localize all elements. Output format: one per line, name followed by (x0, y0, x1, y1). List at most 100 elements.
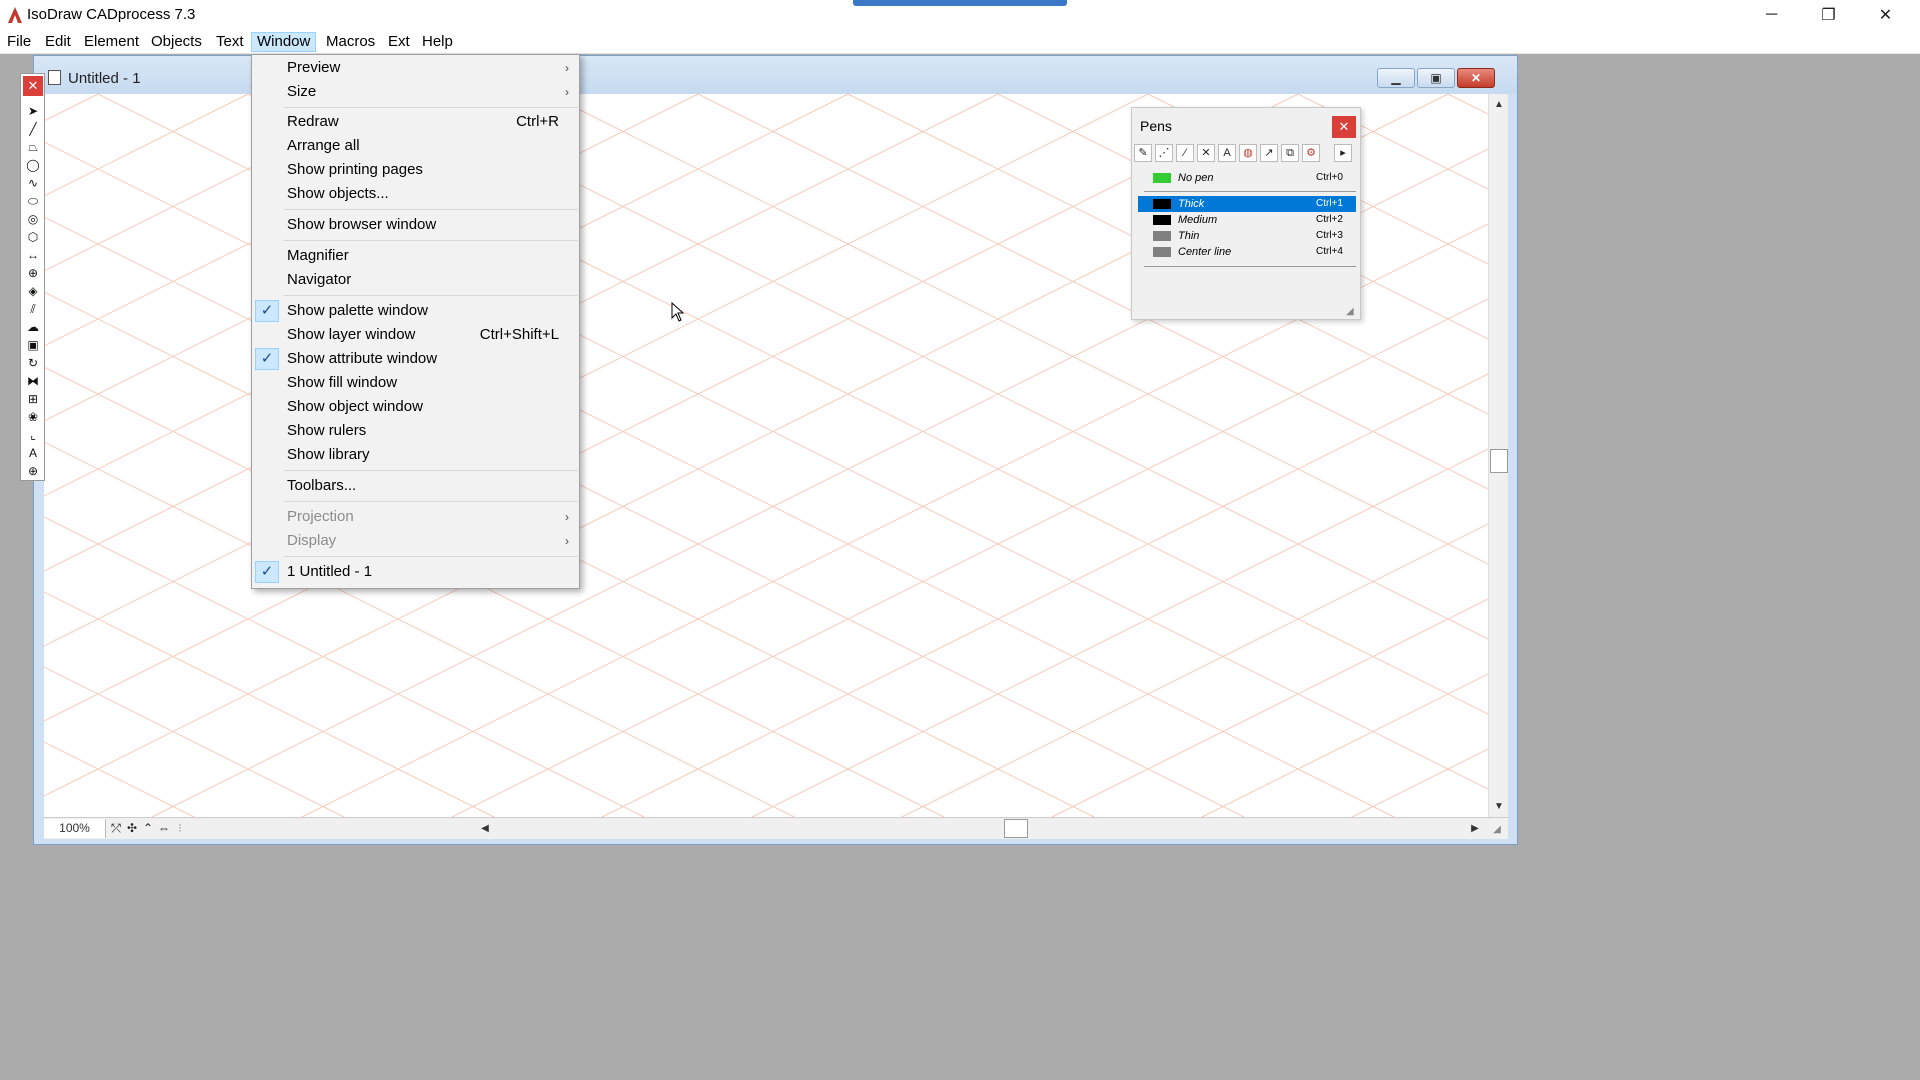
menu-help[interactable]: Help (417, 32, 458, 52)
selection-tool-icon[interactable]: ➤ (24, 103, 42, 119)
tool-palette-close-button[interactable]: ✕ (23, 76, 43, 96)
dimension-tool-icon[interactable]: ↔ (24, 247, 42, 263)
pen-row-medium[interactable]: Medium Ctrl+2 (1138, 212, 1356, 228)
menu-file[interactable]: File (2, 32, 36, 52)
box-tool-icon[interactable]: ▣ (24, 337, 42, 353)
menu-redraw[interactable]: Redraw Ctrl+R (252, 111, 579, 133)
hatch-tool-icon[interactable]: ⫽ (24, 301, 42, 317)
menu-separator (284, 209, 578, 210)
menu-separator (284, 501, 578, 502)
menu-show-objects[interactable]: Show objects... (252, 183, 579, 205)
menu-label: Toolbars... (287, 477, 357, 494)
menu-show-palette-window[interactable]: ✓ Show palette window (252, 300, 579, 322)
arrow-style-icon[interactable]: ↗ (1260, 144, 1278, 162)
menu-separator (284, 107, 578, 108)
restore-button[interactable]: ❐ (1800, 0, 1857, 30)
zoom-fit-icon[interactable]: ⤱ (108, 820, 124, 836)
menu-show-fill-window[interactable]: Show fill window (252, 372, 579, 394)
line-tool-icon[interactable]: ╱ (24, 121, 42, 137)
curve-tool-icon[interactable]: ∿ (24, 175, 42, 191)
mouse-cursor-icon (671, 302, 685, 322)
menu-window[interactable]: Window (251, 32, 317, 52)
zoom-level[interactable]: 100% (44, 819, 106, 838)
menu-show-layer-window[interactable]: Show layer window Ctrl+Shift+L (252, 324, 579, 346)
palette-menu-arrow-icon[interactable]: ▸ (1334, 144, 1352, 162)
menu-macros[interactable]: Macros (321, 32, 380, 52)
menu-arrange-all[interactable]: Arrange all (252, 135, 579, 157)
thread-tool-icon[interactable]: ⊕ (24, 265, 42, 281)
menu-show-rulers[interactable]: Show rulers (252, 420, 579, 442)
resize-grip-icon[interactable]: ◢ (1346, 306, 1354, 317)
menu-label: Navigator (287, 271, 352, 288)
gear-icon[interactable]: ⚙ (1302, 144, 1320, 162)
doc-minimize-button[interactable]: ▁ (1377, 68, 1415, 88)
zoom-page-icon[interactable]: ⌃ (140, 820, 156, 836)
menu-show-browser-window[interactable]: Show browser window (252, 214, 579, 236)
line-style-icon[interactable]: ⁄ (1176, 144, 1194, 162)
dash-line-icon[interactable]: ⋰ (1155, 144, 1173, 162)
menu-size[interactable]: Size › (252, 81, 579, 103)
menu-shortcut: Ctrl+R (516, 113, 559, 130)
doc-close-button[interactable]: ✕ (1457, 68, 1495, 88)
fill-style-icon[interactable]: ◍ (1239, 144, 1257, 162)
menu-magnifier[interactable]: Magnifier (252, 245, 579, 267)
menu-preview[interactable]: Preview › (252, 57, 579, 79)
menu-label: Show layer window (287, 326, 416, 343)
text-style-icon[interactable]: A (1218, 144, 1236, 162)
menu-objects[interactable]: Objects (146, 32, 207, 52)
zoom-all-icon[interactable]: ✣ (124, 820, 140, 836)
iso-ellipse-tool-icon[interactable]: ⬭ (24, 193, 42, 209)
grid-line (44, 94, 1149, 647)
mirror-tool-icon[interactable]: ⧓ (24, 373, 42, 389)
pen-shortcut: Ctrl+4 (1316, 246, 1343, 257)
menu-text[interactable]: Text (211, 32, 249, 52)
grid-tool-icon[interactable]: ⊞ (24, 391, 42, 407)
menu-ext[interactable]: Ext (383, 32, 415, 52)
menu-show-printing-pages[interactable]: Show printing pages (252, 159, 579, 181)
pen-icon[interactable]: ✎ (1134, 144, 1152, 162)
minimize-button[interactable]: ─ (1743, 0, 1800, 30)
group-tool-icon[interactable]: ❀ (24, 409, 42, 425)
scroll-down-arrow-icon[interactable]: ▼ (1490, 797, 1508, 815)
hexagon-tool-icon[interactable]: ⬡ (24, 229, 42, 245)
hatch-style-icon[interactable]: ✕ (1197, 144, 1215, 162)
no-pen-swatch-icon (1153, 173, 1171, 183)
menu-show-library[interactable]: Show library (252, 444, 579, 466)
vertical-scroll-thumb[interactable] (1490, 449, 1508, 473)
pen-label: Medium (1178, 214, 1218, 226)
doc-maximize-button[interactable]: ▣ (1417, 68, 1455, 88)
menu-show-object-window[interactable]: Show object window (252, 396, 579, 418)
close-button[interactable]: ✕ (1857, 0, 1914, 30)
menu-label: Show object window (287, 398, 423, 415)
callout-tool-icon[interactable]: ⌞ (24, 427, 42, 443)
resize-grip-icon[interactable]: ◢ (1488, 820, 1506, 838)
menu-toolbars[interactable]: Toolbars... (252, 475, 579, 497)
menu-untitled-1[interactable]: ✓ 1 Untitled - 1 (252, 561, 579, 583)
menu-edit[interactable]: Edit (40, 32, 76, 52)
pen-row-thick[interactable]: Thick Ctrl+1 (1138, 196, 1356, 212)
close-icon: ✕ (1470, 71, 1482, 85)
ellipse-tool-icon[interactable]: ◯ (24, 157, 42, 173)
zoom-tool-icon[interactable]: ⊕ (24, 463, 42, 479)
pen-row-no-pen[interactable]: No pen Ctrl+0 (1138, 170, 1356, 186)
pen-row-center-line[interactable]: Center line Ctrl+4 (1138, 244, 1356, 260)
pens-close-button[interactable]: ✕ (1332, 116, 1356, 138)
menu-element[interactable]: Element (79, 32, 144, 52)
vertical-scrollbar[interactable]: ▲ ▼ (1488, 94, 1508, 817)
submenu-arrow-icon: › (565, 534, 569, 548)
scroll-up-arrow-icon[interactable]: ▲ (1490, 95, 1508, 113)
menu-show-attribute-window[interactable]: ✓ Show attribute window (252, 348, 579, 370)
scroll-right-arrow-icon[interactable]: ▶ (1466, 819, 1484, 837)
layers-style-icon[interactable]: ⧉ (1281, 144, 1299, 162)
menu-navigator[interactable]: Navigator (252, 269, 579, 291)
polyline-tool-icon[interactable]: ⏢ (24, 139, 42, 155)
cloud-tool-icon[interactable]: ☁ (24, 319, 42, 335)
scroll-left-arrow-icon[interactable]: ◀ (476, 819, 494, 837)
text-tool-icon[interactable]: A (24, 445, 42, 461)
cylinder-tool-icon[interactable]: ◎ (24, 211, 42, 227)
zoom-width-icon[interactable]: ⇔ (156, 820, 172, 836)
pen-row-thin[interactable]: Thin Ctrl+3 (1138, 228, 1356, 244)
horizontal-scroll-thumb[interactable] (1004, 819, 1028, 838)
rotate-tool-icon[interactable]: ↻ (24, 355, 42, 371)
fill-tool-icon[interactable]: ◈ (24, 283, 42, 299)
